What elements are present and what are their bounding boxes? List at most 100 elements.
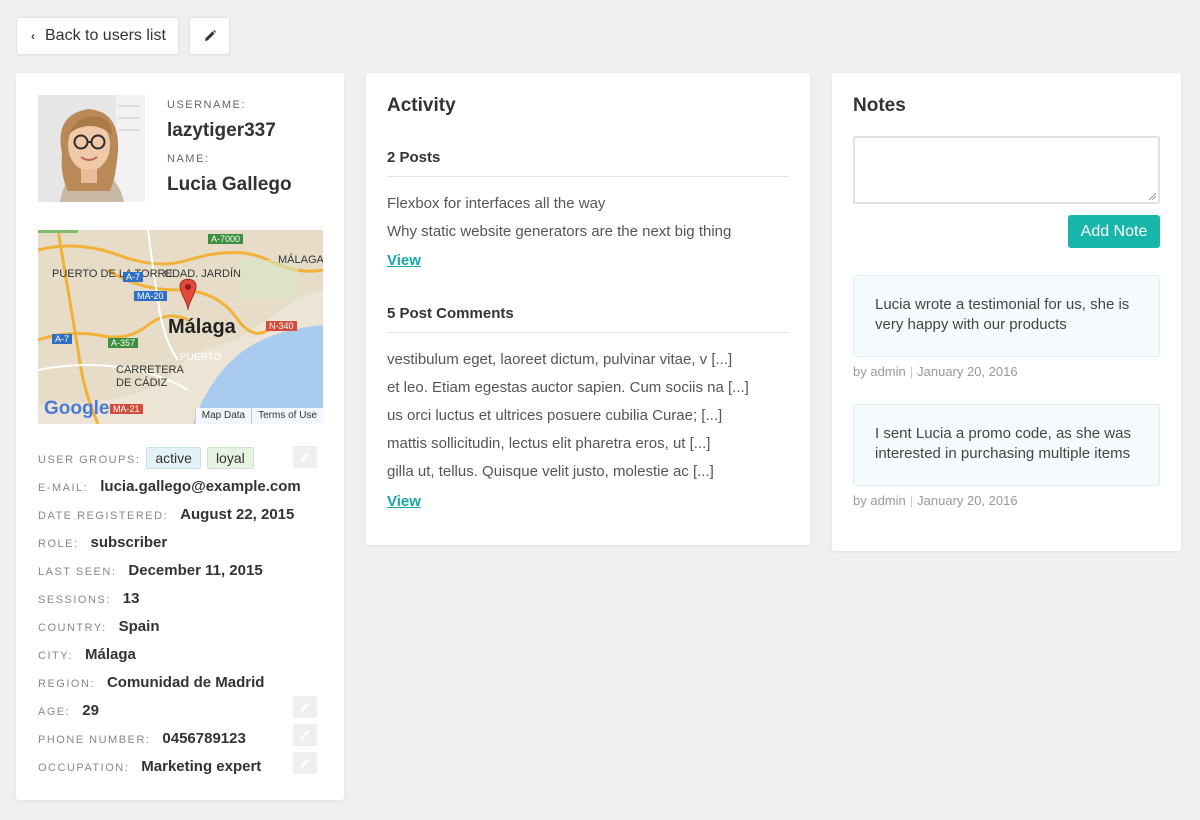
- group-tag-active[interactable]: active: [146, 447, 201, 469]
- map-road-n340: N-340: [266, 321, 297, 331]
- country-label: COUNTRY:: [38, 622, 107, 634]
- note-item: Lucia wrote a testimonial for us, she is…: [853, 275, 1160, 357]
- country-value: Spain: [118, 618, 160, 635]
- pencil-icon: [204, 29, 216, 41]
- pencil-icon: [300, 453, 309, 462]
- phone-row: PHONE NUMBER: 0456789123: [38, 730, 246, 747]
- add-note-button[interactable]: Add Note: [1068, 215, 1160, 248]
- edit-occupation-button[interactable]: [293, 752, 317, 774]
- note-author: by admin: [853, 493, 906, 508]
- notes-title: Notes: [853, 95, 906, 116]
- avatar: [38, 95, 145, 202]
- note-meta-separator: |: [909, 364, 914, 379]
- map-place-cdad-jardin: CDAD. JARDÍN: [164, 268, 242, 280]
- comment-item[interactable]: mattis sollicitudin, lectus elit pharetr…: [387, 435, 710, 452]
- avatar-photo: [38, 95, 145, 202]
- role-value: subscriber: [90, 534, 168, 551]
- occupation-label: OCCUPATION:: [38, 762, 130, 774]
- note-meta: by admin | January 20, 2016: [853, 364, 1018, 379]
- map-road-a7000: A-7000: [208, 234, 244, 244]
- name-value: Lucia Gallego: [167, 174, 292, 195]
- back-to-users-button[interactable]: ‹ Back to users list: [16, 17, 179, 55]
- map-road-a7: A-7: [123, 272, 144, 282]
- comments-section-title: 5 Post Comments: [387, 305, 789, 333]
- map-place-puerto: PUERTO: [180, 352, 222, 363]
- pencil-icon: [300, 759, 309, 768]
- sessions-row: SESSIONS: 13: [38, 590, 139, 607]
- region-label: REGION:: [38, 678, 95, 690]
- date-registered-value: August 22, 2015: [180, 506, 295, 523]
- user-groups-label: USER GROUPS:: [38, 454, 141, 466]
- occupation-row: OCCUPATION: Marketing expert: [38, 758, 261, 775]
- activity-title: Activity: [387, 95, 456, 116]
- role-label: ROLE:: [38, 538, 79, 550]
- phone-value: 0456789123: [162, 730, 246, 747]
- terms-of-use-link[interactable]: Terms of Use: [251, 408, 323, 424]
- note-meta: by admin | January 20, 2016: [853, 493, 1018, 508]
- city-value: Málaga: [85, 646, 136, 663]
- sessions-label: SESSIONS:: [38, 594, 111, 606]
- edit-phone-button[interactable]: [293, 724, 317, 746]
- profile-card: USERNAME: lazytiger337 NAME: Lucia Galle…: [16, 73, 344, 800]
- username-label: USERNAME:: [167, 99, 246, 111]
- username-value: lazytiger337: [167, 120, 276, 141]
- last-seen-value: December 11, 2015: [128, 562, 263, 579]
- edit-groups-button[interactable]: [293, 446, 317, 468]
- last-seen-row: LAST SEEN: December 11, 2015: [38, 562, 263, 579]
- post-item[interactable]: Flexbox for interfaces all the way: [387, 195, 605, 212]
- pencil-icon: [300, 703, 309, 712]
- region-value: Comunidad de Madrid: [106, 674, 265, 691]
- comment-item[interactable]: gilla ut, tellus. Quisque velit justo, m…: [387, 463, 714, 480]
- map-place-puerto-de-la-torre: PUERTO DE LA TORRE: [52, 268, 173, 280]
- view-posts-link[interactable]: View: [387, 252, 421, 269]
- map-place-carretera: CARRETERA DE CÁDIZ: [116, 364, 184, 389]
- email-row: E-MAIL: lucia.gallego@example.com: [38, 478, 301, 495]
- city-label: CITY:: [38, 650, 74, 662]
- note-item: I sent Lucia a promo code, as she was in…: [853, 404, 1160, 486]
- post-item[interactable]: Why static website generators are the ne…: [387, 223, 731, 240]
- location-map[interactable]: PUERTO DE LA TORRE CDAD. JARDÍN MÁLAGA P…: [38, 230, 323, 424]
- posts-section-title: 2 Posts: [387, 149, 789, 177]
- country-row: COUNTRY: Spain: [38, 618, 159, 635]
- note-meta-separator: |: [909, 493, 914, 508]
- edit-age-button[interactable]: [293, 696, 317, 718]
- role-row: ROLE: subscriber: [38, 534, 167, 551]
- resize-grip-icon[interactable]: [1148, 192, 1156, 200]
- user-groups-row: USER GROUPS: active loyal: [38, 447, 260, 469]
- occupation-value: Marketing expert: [141, 758, 262, 775]
- phone-label: PHONE NUMBER:: [38, 734, 151, 746]
- comment-item[interactable]: et leo. Etiam egestas auctor sapien. Cum…: [387, 379, 749, 396]
- map-road-ma20: MA-20: [134, 291, 167, 301]
- chevron-left-icon: ‹: [31, 29, 35, 43]
- email-label: E-MAIL:: [38, 482, 89, 494]
- map-city-label: Málaga: [168, 316, 236, 338]
- activity-card: Activity 2 Posts Flexbox for interfaces …: [366, 73, 810, 545]
- map-footer: Map Data Terms of Use: [194, 408, 323, 424]
- comment-item[interactable]: vestibulum eget, laoreet dictum, pulvina…: [387, 351, 732, 368]
- date-registered-label: DATE REGISTERED:: [38, 510, 169, 522]
- comment-item[interactable]: us orci luctus et ultrices posuere cubil…: [387, 407, 722, 424]
- email-value: lucia.gallego@example.com: [100, 478, 301, 495]
- view-comments-link[interactable]: View: [387, 493, 421, 510]
- back-button-label: Back to users list: [45, 27, 166, 44]
- name-label: NAME:: [167, 153, 210, 165]
- notes-card: Notes Add Note Lucia wrote a testimonial…: [832, 73, 1181, 551]
- google-logo: Google: [44, 398, 110, 419]
- map-place-malaga-small: MÁLAGA: [278, 254, 323, 266]
- note-textarea[interactable]: [853, 136, 1160, 204]
- note-text: I sent Lucia a promo code, as she was in…: [875, 425, 1131, 462]
- city-row: CITY: Málaga: [38, 646, 136, 663]
- map-road-ma21: MA-21: [110, 404, 143, 414]
- pencil-icon: [300, 731, 309, 740]
- age-label: AGE:: [38, 706, 71, 718]
- sessions-value: 13: [122, 590, 140, 607]
- map-data-link[interactable]: Map Data: [194, 408, 251, 424]
- note-date: January 20, 2016: [917, 493, 1018, 508]
- note-text: Lucia wrote a testimonial for us, she is…: [875, 296, 1130, 333]
- age-value: 29: [82, 702, 99, 719]
- map-road-a7-west: A-7: [52, 334, 73, 344]
- group-tag-loyal[interactable]: loyal: [206, 447, 254, 469]
- edit-user-button[interactable]: [189, 17, 230, 55]
- last-seen-label: LAST SEEN:: [38, 566, 117, 578]
- date-registered-row: DATE REGISTERED: August 22, 2015: [38, 506, 294, 523]
